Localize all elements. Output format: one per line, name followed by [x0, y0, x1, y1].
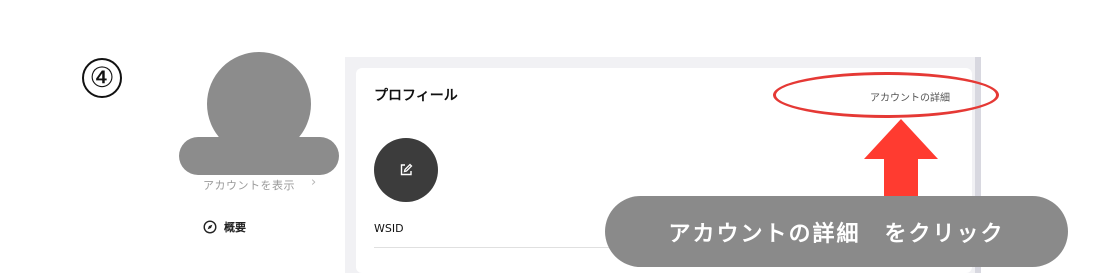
wsid-label: WSID — [374, 222, 404, 235]
sidebar-item-label: 概要 — [224, 221, 246, 234]
avatar-shoulders — [179, 137, 339, 175]
view-account-link[interactable]: アカウントを表示 — [203, 177, 295, 193]
chevron-right-icon: › — [311, 175, 317, 190]
step-number: ④ — [82, 58, 122, 98]
highlight-ellipse — [773, 72, 999, 118]
edit-icon — [399, 163, 413, 177]
sidebar-item-overview[interactable]: 概要 — [203, 219, 246, 235]
compass-icon — [203, 220, 217, 234]
red-arrow-icon — [864, 119, 938, 197]
page-title: プロフィール — [374, 88, 458, 104]
instruction-callout: アカウントの詳細 をクリック — [605, 196, 1068, 267]
edit-avatar-button[interactable] — [374, 138, 438, 202]
